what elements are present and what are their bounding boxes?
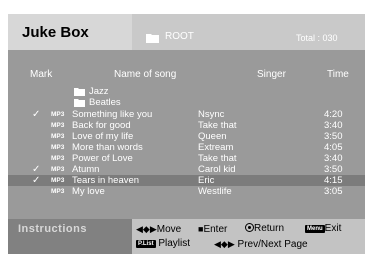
song-row[interactable]: MP3 Back for good Take that 3:40 xyxy=(8,120,365,131)
mp3-badge: MP3 xyxy=(51,122,65,129)
folder-item-jazz[interactable]: Jazz xyxy=(8,86,365,97)
song-row[interactable]: MP3 More than words Extream 4:05 xyxy=(8,142,365,153)
title-box: Juke Box xyxy=(8,14,132,50)
song-title: Tears in heaven xyxy=(72,175,140,186)
prevnext-hint: ◀◆▶ Prev/Next Page xyxy=(214,238,308,251)
move-arrows-icon: ◀◆▶ xyxy=(136,224,157,234)
playlist-key-icon: P.List xyxy=(136,240,156,248)
song-title: More than words xyxy=(72,142,143,153)
mp3-badge: MP3 xyxy=(51,133,65,140)
song-row[interactable]: ✓ MP3 Atumn Carol kid 3:50 xyxy=(8,164,365,175)
song-title: My love xyxy=(72,186,105,197)
song-row[interactable]: MP3 Love of my life Queen 3:50 xyxy=(8,131,365,142)
song-singer: Take that xyxy=(198,153,237,164)
song-row-selected[interactable]: ✓ MP3 Tears in heaven Eric 4:15 xyxy=(8,175,365,186)
song-time: 3:50 xyxy=(324,131,343,142)
current-folder: ROOT xyxy=(165,31,194,42)
exit-label: Exit xyxy=(324,223,342,234)
mp3-badge: MP3 xyxy=(51,188,65,195)
folder-name: Jazz xyxy=(89,86,109,97)
song-row[interactable]: MP3 My love Westlife 3:05 xyxy=(8,186,365,197)
check-icon: ✓ xyxy=(32,109,41,120)
song-singer: Carol kid xyxy=(198,164,236,175)
enter-hint: ■Enter xyxy=(198,223,227,236)
song-time: 3:50 xyxy=(324,164,343,175)
return-label: Return xyxy=(254,223,285,234)
move-label: Move xyxy=(156,224,182,235)
mp3-badge: MP3 xyxy=(51,111,65,118)
header-bar: Juke Box ROOT Total : 030 xyxy=(8,14,365,50)
song-time: 3:40 xyxy=(324,120,343,131)
song-time: 4:20 xyxy=(324,109,343,120)
song-title: Back for good xyxy=(72,120,131,131)
song-time: 4:05 xyxy=(324,142,343,153)
instructions-keys: ◀◆▶Move ■Enter Return Menu Exit P.List Pl… xyxy=(132,219,365,254)
playlist-label: Playlist xyxy=(158,238,191,249)
song-title: Power of Love xyxy=(72,153,133,164)
move-hint: ◀◆▶Move xyxy=(136,223,181,236)
song-row[interactable]: ✓ MP3 Something like you Nsync 4:20 xyxy=(8,109,365,120)
song-singer: Extream xyxy=(198,142,234,153)
left-right-arrows-icon: ◀◆▶ xyxy=(214,239,235,249)
song-singer: Take that xyxy=(198,120,237,131)
jukebox-screen: Juke Box ROOT Total : 030 Mark Name of s… xyxy=(8,14,365,254)
mp3-badge: MP3 xyxy=(51,177,65,184)
enter-label: Enter xyxy=(203,224,228,235)
song-singer: Queen xyxy=(198,131,227,142)
song-title: Atumn xyxy=(72,164,100,175)
check-icon: ✓ xyxy=(32,175,41,186)
playlist-hint: P.List Playlist xyxy=(136,238,190,250)
return-icon xyxy=(245,223,254,232)
column-header-name: Name of song xyxy=(114,69,177,80)
menu-key-icon: Menu xyxy=(305,225,325,233)
prevnext-label: Prev/Next Page xyxy=(237,239,308,250)
mp3-badge: MP3 xyxy=(51,144,65,151)
folder-icon xyxy=(146,30,159,48)
song-singer: Nsync xyxy=(198,109,225,120)
column-header-singer: Singer xyxy=(257,69,286,80)
folder-name: Beatles xyxy=(89,97,121,108)
instructions-panel: Instructions xyxy=(8,219,132,254)
return-hint: Return xyxy=(245,223,284,235)
instructions-label: Instructions xyxy=(18,223,87,235)
mp3-badge: MP3 xyxy=(51,155,65,162)
song-time: 3:40 xyxy=(324,153,343,164)
song-title: Love of my life xyxy=(72,131,134,142)
column-header-mark: Mark xyxy=(30,69,53,80)
folder-item-beatles[interactable]: Beatles xyxy=(8,97,365,108)
mp3-badge: MP3 xyxy=(51,166,65,173)
song-title: Something like you xyxy=(72,109,153,120)
song-time: 3:05 xyxy=(324,186,343,197)
song-row[interactable]: MP3 Power of Love Take that 3:40 xyxy=(8,153,365,164)
column-header-time: Time xyxy=(327,69,349,80)
check-icon: ✓ xyxy=(32,164,41,175)
exit-hint: Menu Exit xyxy=(305,223,341,235)
song-singer: Eric xyxy=(198,175,215,186)
song-time: 4:15 xyxy=(324,175,343,186)
total-count: Total : 030 xyxy=(296,33,338,43)
song-singer: Westlife xyxy=(198,186,232,197)
app-title: Juke Box xyxy=(22,24,89,41)
